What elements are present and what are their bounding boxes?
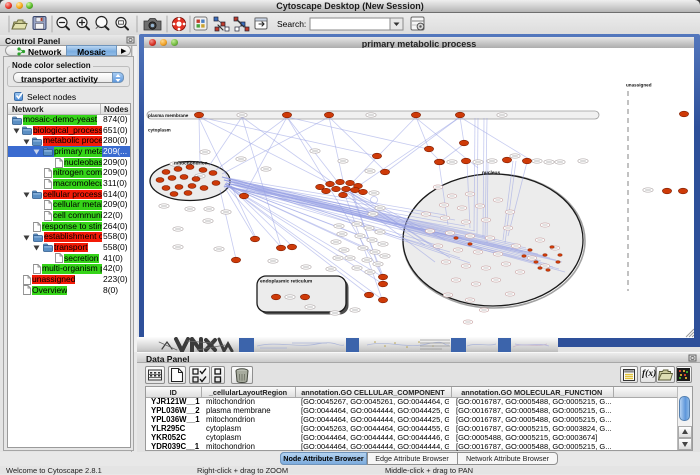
svg-text:cytoplasm: cytoplasm bbox=[148, 128, 171, 133]
svg-text:endoplasmic reticulum: endoplasmic reticulum bbox=[260, 279, 312, 285]
svg-text:plasma membrane: plasma membrane bbox=[148, 113, 189, 118]
svg-text:unassigned: unassigned bbox=[626, 83, 652, 88]
svg-text:nucleus: nucleus bbox=[482, 170, 500, 176]
svg-text:Search:: Search: bbox=[277, 19, 306, 29]
svg-text:mitochondrion: mitochondrion bbox=[174, 161, 208, 167]
